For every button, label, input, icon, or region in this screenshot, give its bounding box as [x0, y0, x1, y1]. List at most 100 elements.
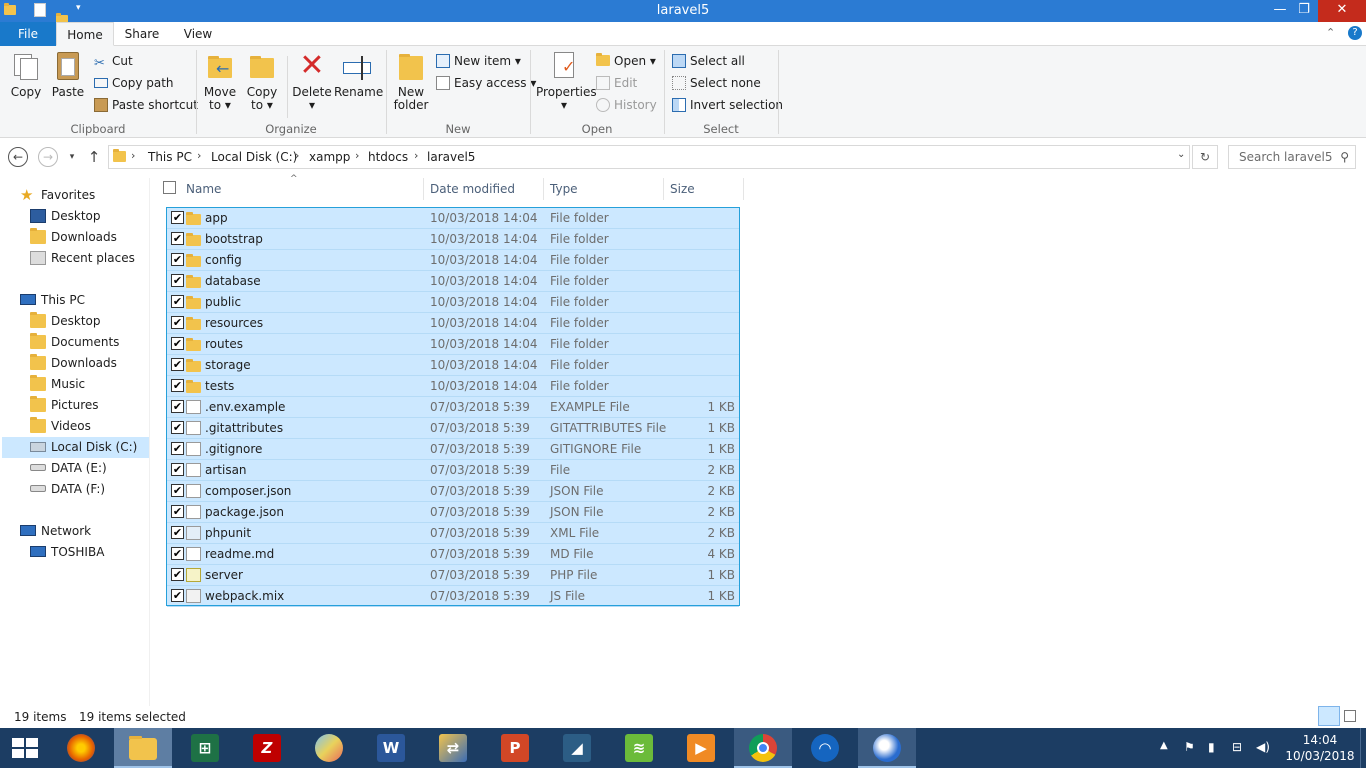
column-header-size[interactable]: Size [670, 182, 695, 196]
breadcrumb-local-disk[interactable]: Local Disk (C:) [211, 150, 297, 164]
table-row[interactable]: ✔ storage 10/03/2018 14:04 File folder [167, 355, 739, 376]
table-row[interactable]: ✔ tests 10/03/2018 14:04 File folder [167, 376, 739, 397]
nav-pc-videos[interactable]: Videos [30, 416, 91, 437]
row-checkbox[interactable]: ✔ [171, 316, 184, 329]
properties-button[interactable]: ✓ Properties ▾ [536, 50, 597, 112]
nav-pc-pictures[interactable]: Pictures [30, 395, 99, 416]
taskbar-word[interactable]: W [362, 728, 420, 768]
taskbar-chrome[interactable] [734, 728, 792, 768]
nav-pc-local-disk[interactable]: Local Disk (C:) [30, 437, 137, 458]
new-item-button[interactable]: New item ▾ [436, 51, 521, 71]
column-divider[interactable] [543, 178, 544, 200]
nav-this-pc[interactable]: This PC [20, 290, 85, 311]
recent-locations-button[interactable]: ▾ [62, 147, 82, 167]
nav-net-toshiba[interactable]: TOSHIBA [30, 542, 104, 563]
row-checkbox[interactable]: ✔ [171, 232, 184, 245]
help-icon[interactable]: ? [1348, 26, 1362, 40]
copy-button[interactable]: Copy [6, 50, 46, 99]
up-button[interactable]: ↑ [84, 147, 104, 167]
breadcrumb-this-pc[interactable]: This PC [148, 150, 192, 164]
select-none-button[interactable]: Select none [672, 73, 761, 93]
start-button[interactable] [0, 728, 50, 768]
tab-file[interactable]: File [0, 22, 56, 46]
row-checkbox[interactable]: ✔ [171, 547, 184, 560]
nav-pc-data-e[interactable]: DATA (E:) [30, 458, 107, 479]
table-row[interactable]: ✔ .env.example 07/03/2018 5:39 EXAMPLE File… [167, 397, 739, 418]
table-row[interactable]: ✔ server 07/03/2018 5:39 PHP File 1 KB [167, 565, 739, 586]
collapse-ribbon-icon[interactable]: ⌃ [1326, 26, 1335, 39]
nav-fav-desktop[interactable]: Desktop [30, 206, 101, 227]
table-row[interactable]: ✔ config 10/03/2018 14:04 File folder [167, 250, 739, 271]
search-input[interactable]: Search laravel5 ⚲ [1228, 145, 1356, 169]
row-checkbox[interactable]: ✔ [171, 526, 184, 539]
address-bar[interactable]: › This PC › Local Disk (C:) › xampp › ht… [108, 145, 1190, 169]
row-checkbox[interactable]: ✔ [171, 421, 184, 434]
taskbar-media-player[interactable]: ▶ [672, 728, 730, 768]
row-checkbox[interactable]: ✔ [171, 505, 184, 518]
table-row[interactable]: ✔ .gitattributes 07/03/2018 5:39 GITATTRIBU… [167, 418, 739, 439]
delete-button[interactable]: ✕ Delete ▾ [292, 50, 332, 112]
clock[interactable]: 14:04 10/03/2018 [1280, 732, 1360, 764]
details-view-button[interactable] [1318, 706, 1340, 726]
tab-share[interactable]: Share [114, 22, 170, 46]
row-checkbox[interactable]: ✔ [171, 253, 184, 266]
table-row[interactable]: ✔ webpack.mix 07/03/2018 5:39 JS File 1 KB [167, 586, 739, 607]
taskbar-mysql-workbench[interactable]: ◢ [548, 728, 606, 768]
select-all-button[interactable]: Select all [672, 51, 745, 71]
nav-pc-desktop[interactable]: Desktop [30, 311, 101, 332]
taskbar-powerpoint[interactable]: P [486, 728, 544, 768]
table-row[interactable]: ✔ composer.json 07/03/2018 5:39 JSON File 2 … [167, 481, 739, 502]
show-desktop-button[interactable] [1360, 728, 1366, 768]
table-row[interactable]: ✔ app 10/03/2018 14:04 File folder [167, 208, 739, 229]
invert-selection-button[interactable]: Invert selection [672, 95, 783, 115]
battery-icon[interactable]: ▮ [1208, 740, 1215, 754]
column-header-type[interactable]: Type [550, 182, 578, 196]
history-button[interactable]: History [596, 95, 657, 115]
table-row[interactable]: ✔ .gitignore 07/03/2018 5:39 GITIGNORE File… [167, 439, 739, 460]
nav-pc-downloads[interactable]: Downloads [30, 353, 117, 374]
taskbar-filezilla[interactable]: Z [238, 728, 296, 768]
nav-fav-recent-places[interactable]: Recent places [30, 248, 135, 269]
table-row[interactable]: ✔ database 10/03/2018 14:04 File folder [167, 271, 739, 292]
taskbar-sublime[interactable]: ≋ [610, 728, 668, 768]
column-divider[interactable] [423, 178, 424, 200]
maximize-button[interactable]: ❐ [1290, 0, 1318, 22]
table-row[interactable]: ✔ readme.md 07/03/2018 5:39 MD File 4 KB [167, 544, 739, 565]
row-checkbox[interactable]: ✔ [171, 379, 184, 392]
edit-button[interactable]: Edit [596, 73, 637, 93]
paste-shortcut-button[interactable]: Paste shortcut [94, 95, 198, 115]
nav-network[interactable]: Network [20, 521, 91, 542]
table-row[interactable]: ✔ bootstrap 10/03/2018 14:04 File folder [167, 229, 739, 250]
table-row[interactable]: ✔ public 10/03/2018 14:04 File folder [167, 292, 739, 313]
table-row[interactable]: ✔ phpunit 07/03/2018 5:39 XML File 2 KB [167, 523, 739, 544]
row-checkbox[interactable]: ✔ [171, 337, 184, 350]
paste-button[interactable]: Paste [48, 50, 88, 99]
table-row[interactable]: ✔ resources 10/03/2018 14:04 File folder [167, 313, 739, 334]
row-checkbox[interactable]: ✔ [171, 484, 184, 497]
rename-button[interactable]: Rename [334, 50, 383, 99]
taskbar-file-explorer[interactable] [114, 728, 172, 768]
breadcrumb-laravel5[interactable]: laravel5 [427, 150, 475, 164]
table-row[interactable]: ✔ package.json 07/03/2018 5:39 JSON File 2 K… [167, 502, 739, 523]
move-to-button[interactable]: ← Move to ▾ [200, 50, 240, 112]
column-divider[interactable] [663, 178, 664, 200]
copy-path-button[interactable]: Copy path [94, 73, 174, 93]
nav-fav-downloads[interactable]: Downloads [30, 227, 117, 248]
column-divider[interactable] [743, 178, 744, 200]
row-checkbox[interactable]: ✔ [171, 295, 184, 308]
table-row[interactable]: ✔ routes 10/03/2018 14:04 File folder [167, 334, 739, 355]
taskbar-paint[interactable] [300, 728, 358, 768]
nav-pc-documents[interactable]: Documents [30, 332, 119, 353]
network-tray-icon[interactable]: ⊟ [1232, 740, 1242, 754]
address-dropdown-icon[interactable]: ⌄ [1177, 149, 1185, 160]
row-checkbox[interactable]: ✔ [171, 358, 184, 371]
back-button[interactable]: ← [8, 147, 28, 167]
forward-button[interactable]: → [38, 147, 58, 167]
open-button[interactable]: Open ▾ [596, 51, 656, 71]
refresh-button[interactable]: ↻ [1192, 145, 1218, 169]
taskbar-browser[interactable]: ◠ [796, 728, 854, 768]
row-checkbox[interactable]: ✔ [171, 589, 184, 602]
close-button[interactable]: ✕ [1318, 0, 1366, 22]
taskbar-firefox[interactable] [52, 728, 110, 768]
breadcrumb-htdocs[interactable]: htdocs [368, 150, 408, 164]
